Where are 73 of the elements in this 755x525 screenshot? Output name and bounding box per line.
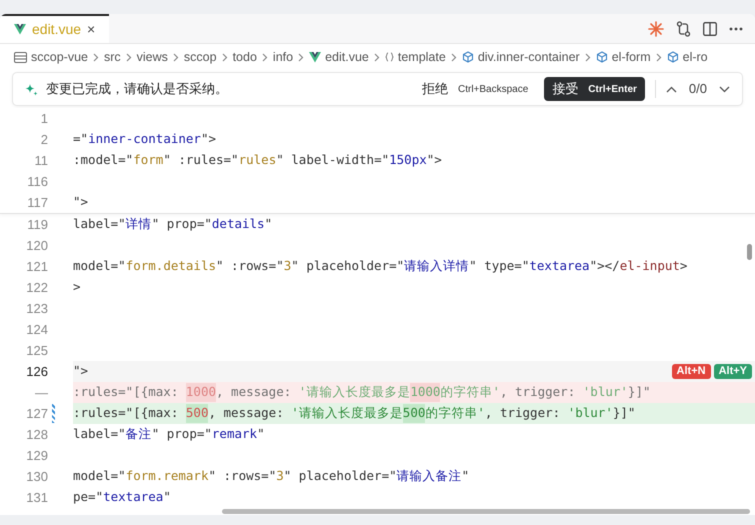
- line-number: 1: [40, 110, 48, 128]
- code-line: model="form.details" :rows="3" placeholder="请输入详情" type="textarea"></el-input>: [73, 257, 688, 276]
- chevron-right-icon: [450, 52, 457, 62]
- breadcrumb-item[interactable]: div.inner-container: [478, 48, 580, 66]
- breadcrumb-item[interactable]: src: [104, 48, 121, 66]
- chevron-right-icon: [262, 52, 268, 62]
- reject-button[interactable]: 拒绝 Ctrl+Backspace: [416, 77, 534, 101]
- line-number: 119: [26, 216, 48, 234]
- line-number: 2: [40, 130, 48, 149]
- breadcrumb-item[interactable]: el-form: [612, 48, 651, 66]
- line-number: 128: [25, 426, 48, 444]
- breadcrumb-item[interactable]: el-ro: [682, 48, 708, 66]
- line-number: 127: [25, 404, 48, 423]
- more-icon[interactable]: [729, 26, 743, 30]
- code-line: >: [73, 278, 82, 296]
- close-icon[interactable]: ×: [87, 19, 96, 40]
- chevron-right-icon: [584, 52, 591, 62]
- horizontal-scrollbar-thumb[interactable]: [222, 509, 750, 514]
- reject-shortcut-button[interactable]: Alt+N: [672, 364, 711, 379]
- change-counter: 0/0: [688, 80, 707, 98]
- chevron-right-icon: [126, 52, 132, 62]
- chevron-right-icon: [222, 52, 228, 62]
- cube-icon: [596, 51, 608, 63]
- breadcrumb-item[interactable]: sccop-vue: [31, 48, 88, 66]
- code-line: pe="textarea": [73, 488, 172, 506]
- vue-logo-icon: [14, 24, 26, 35]
- chevron-right-icon: [172, 52, 179, 62]
- editor-tab[interactable]: edit.vue ×: [0, 14, 110, 43]
- chevron-right-icon: [92, 52, 99, 62]
- breadcrumb-item[interactable]: template: [398, 48, 446, 66]
- vertical-scrollbar-thumb[interactable]: [747, 244, 752, 260]
- code-line: ="inner-container">: [73, 130, 218, 148]
- code-line: :model="form" :rules="rules" label-width="150px">: [73, 151, 443, 170]
- line-number: 121: [25, 258, 48, 276]
- accept-button[interactable]: 接受 Ctrl+Enter: [544, 77, 645, 101]
- line-number: 124: [25, 320, 48, 339]
- tab-title: edit.vue: [32, 20, 82, 39]
- line-number: 129: [25, 446, 48, 465]
- chevron-right-icon: [374, 52, 380, 62]
- chevron-up-icon[interactable]: [666, 86, 677, 92]
- cube-icon: [462, 51, 474, 63]
- line-number: 117: [26, 194, 48, 212]
- code-line: label="备注" prop="remark": [73, 425, 266, 444]
- split-editor-icon[interactable]: [703, 22, 717, 36]
- code-line: model="form.remark" :rows="3" placeholder="请输入备注": [73, 467, 470, 486]
- breadcrumb-item[interactable]: views: [136, 48, 168, 66]
- line-number: 11: [34, 152, 48, 170]
- code-line: label="详情" prop="details": [73, 215, 274, 234]
- sparkle-icon: [25, 82, 38, 96]
- line-number: 125: [25, 342, 48, 360]
- line-number: 131: [25, 488, 48, 507]
- cube-icon: [666, 51, 679, 63]
- line-number: 120: [25, 236, 48, 255]
- breadcrumb-item[interactable]: todo: [232, 48, 257, 66]
- braces-icon: [384, 52, 394, 62]
- line-number: 130: [25, 468, 48, 486]
- vue-logo-icon: [309, 52, 322, 62]
- sparkle-icon[interactable]: [648, 20, 664, 36]
- breadcrumb-item[interactable]: edit.vue: [325, 48, 369, 66]
- chevron-right-icon: [298, 52, 304, 62]
- banner-message: 变更已完成，请确认是否采纳。: [46, 80, 228, 98]
- breadcrumb-item[interactable]: info: [272, 48, 294, 66]
- line-number: 122: [25, 278, 48, 297]
- line-number: 116: [26, 172, 48, 191]
- chevron-down-icon[interactable]: [719, 86, 730, 92]
- breadcrumb-item[interactable]: sccop: [184, 48, 217, 66]
- line-number: 123: [25, 300, 48, 318]
- code-line: ">: [73, 193, 90, 212]
- list-icon: [14, 52, 27, 62]
- chevron-right-icon: [656, 52, 662, 62]
- line-number: 126: [25, 362, 48, 381]
- compare-icon[interactable]: [676, 20, 691, 36]
- line-number: —: [34, 384, 48, 402]
